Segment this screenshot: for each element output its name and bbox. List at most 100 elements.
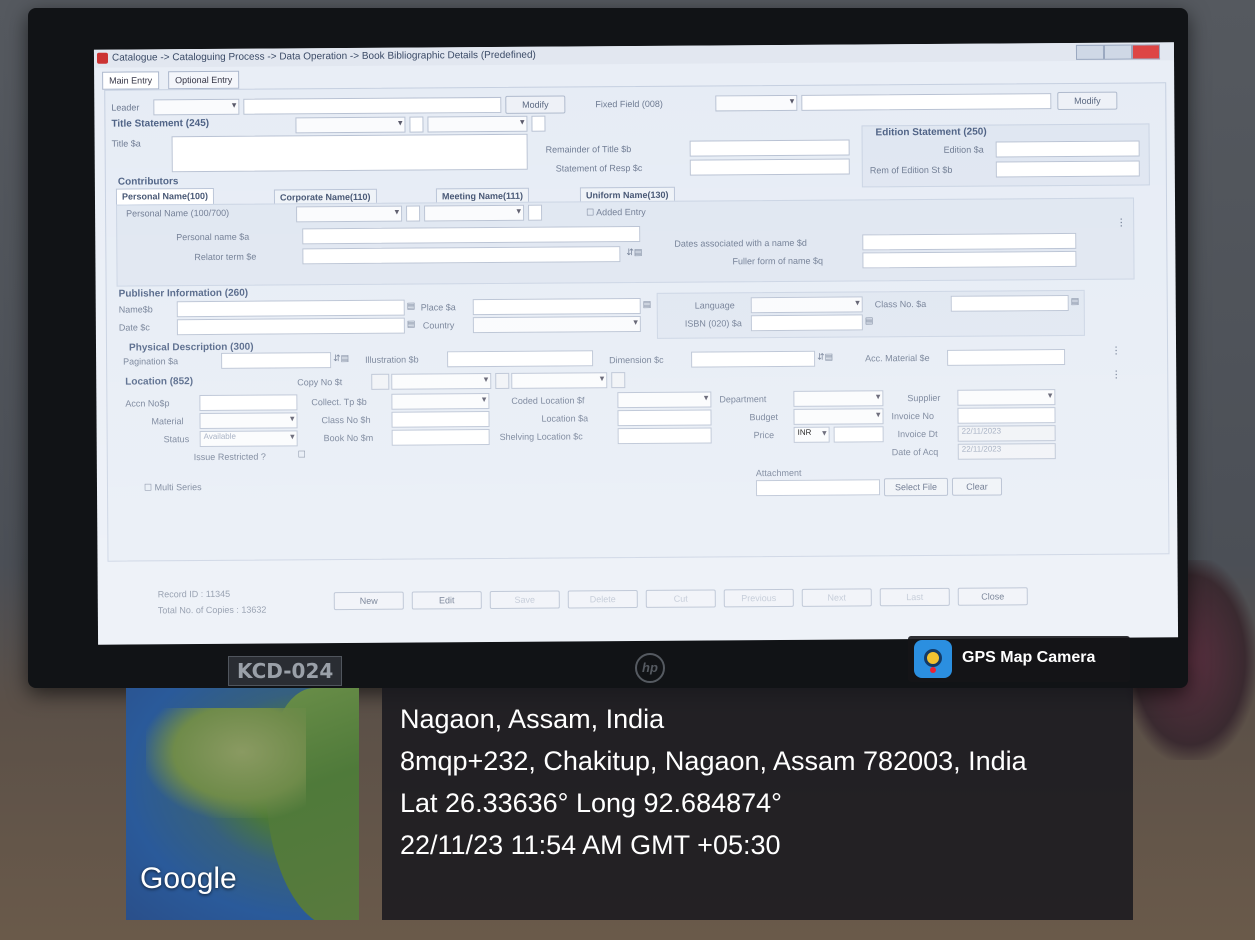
- leader-input[interactable]: [243, 96, 502, 115]
- price-input[interactable]: [833, 426, 884, 443]
- added-entry-checkbox[interactable]: ☐ Added Entry: [586, 207, 646, 218]
- leader-modify-button[interactable]: Modify: [505, 95, 566, 114]
- title-sa-input[interactable]: [171, 133, 528, 173]
- copy-no-field-3[interactable]: [611, 372, 626, 389]
- supplier-select[interactable]: [957, 389, 1056, 406]
- price-label: Price: [753, 430, 775, 441]
- shelving-location-input[interactable]: [617, 427, 712, 445]
- country-select[interactable]: [472, 315, 641, 334]
- leader-select[interactable]: [153, 98, 240, 116]
- class-no-icon[interactable]: ▤: [1071, 296, 1080, 307]
- language-select[interactable]: [750, 296, 863, 314]
- fixed-field-input[interactable]: [801, 93, 1052, 111]
- isbn-input[interactable]: [750, 314, 863, 332]
- dates-assoc-input[interactable]: [862, 232, 1077, 251]
- date-of-acq-input[interactable]: 22/11/2023: [957, 443, 1056, 460]
- next-button[interactable]: Next: [801, 588, 872, 607]
- pagination-icon[interactable]: ⇵▤: [333, 353, 349, 364]
- minimize-button[interactable]: [1075, 44, 1105, 60]
- new-button[interactable]: New: [333, 591, 404, 611]
- copy-no-select-1[interactable]: [391, 373, 492, 390]
- book-no-input[interactable]: [391, 429, 490, 446]
- edition-sa-input[interactable]: [995, 140, 1140, 158]
- fixed-field-select[interactable]: [715, 94, 798, 112]
- class-no-sh-label: Class No $h: [321, 414, 371, 426]
- acc-material-input[interactable]: [947, 349, 1066, 366]
- class-no-input[interactable]: [950, 294, 1069, 312]
- isbn-icon[interactable]: ▤: [865, 315, 874, 326]
- budget-select[interactable]: [793, 408, 884, 425]
- screen: Catalogue -> Cataloguing Process -> Data…: [93, 42, 1179, 645]
- save-button[interactable]: Save: [489, 590, 560, 610]
- location-more-icon[interactable]: ⋮: [1111, 370, 1121, 381]
- status-select[interactable]: Available: [199, 430, 298, 448]
- hp-logo: hp: [635, 653, 665, 683]
- material-select[interactable]: [199, 412, 298, 430]
- country-label: Country: [422, 320, 455, 331]
- contributor-more-icon[interactable]: ⋮: [1116, 218, 1126, 229]
- gps-camera-badge: GPS Map Camera: [908, 636, 1130, 682]
- rem-edition-input[interactable]: [995, 160, 1140, 178]
- clear-button[interactable]: Clear: [951, 477, 1003, 496]
- title-indicator-1-field[interactable]: [409, 116, 424, 133]
- issue-restricted-checkbox[interactable]: ☐: [298, 449, 306, 460]
- close-button[interactable]: Close: [957, 587, 1028, 606]
- name-sb-icon[interactable]: ▤: [407, 301, 416, 312]
- monitor: Catalogue -> Cataloguing Process -> Data…: [28, 8, 1188, 688]
- relator-term-icon[interactable]: ⇵▤: [626, 247, 642, 258]
- date-of-acq-label: Date of Acq: [891, 446, 939, 458]
- tab-personal-name[interactable]: Personal Name(100): [115, 187, 215, 206]
- personal-ind1-field[interactable]: [406, 205, 421, 222]
- dimension-input[interactable]: [691, 350, 816, 368]
- personal-ind2-select[interactable]: [424, 204, 525, 222]
- accn-no-input[interactable]: [199, 394, 298, 412]
- physical-heading: Physical Description (300): [128, 341, 254, 354]
- collect-tp-select[interactable]: [391, 393, 490, 410]
- personal-ind2-field[interactable]: [528, 204, 543, 221]
- remainder-title-input[interactable]: [689, 139, 850, 157]
- pagination-input[interactable]: [221, 352, 332, 369]
- copy-no-field-2[interactable]: [495, 372, 510, 389]
- date-sc-label: Date $c: [118, 322, 150, 333]
- title-indicator-1-select[interactable]: [295, 116, 406, 134]
- invoice-no-input[interactable]: [957, 407, 1056, 424]
- personal-name-sa-input[interactable]: [302, 225, 641, 245]
- delete-button[interactable]: Delete: [567, 589, 638, 609]
- fixed-field-modify-button[interactable]: Modify: [1057, 91, 1118, 111]
- attachment-input[interactable]: [755, 479, 881, 497]
- cut-button[interactable]: Cut: [645, 589, 716, 608]
- select-file-button[interactable]: Select File: [883, 477, 949, 497]
- date-sc-input[interactable]: [176, 317, 405, 336]
- previous-button[interactable]: Previous: [723, 588, 794, 608]
- edit-button[interactable]: Edit: [411, 591, 482, 610]
- department-select[interactable]: [793, 390, 884, 407]
- dimension-icon[interactable]: ⇵▤: [817, 352, 833, 363]
- illustration-input[interactable]: [447, 350, 594, 368]
- coded-location-select[interactable]: [617, 391, 712, 409]
- copy-no-select-2[interactable]: [511, 372, 608, 389]
- price-currency-select[interactable]: INR: [793, 426, 830, 443]
- personal-ind1-select[interactable]: [296, 205, 403, 223]
- date-sc-icon[interactable]: ▤: [407, 319, 416, 330]
- title-indicator-2-select[interactable]: [427, 115, 528, 133]
- copy-no-field-1[interactable]: [371, 373, 390, 390]
- physical-more-icon[interactable]: ⋮: [1111, 346, 1121, 357]
- coded-location-label: Coded Location $f: [511, 395, 585, 406]
- last-button[interactable]: Last: [879, 587, 950, 607]
- title-indicator-2-field[interactable]: [531, 115, 546, 132]
- statement-resp-input[interactable]: [689, 158, 850, 176]
- multi-series-checkbox[interactable]: ☐ Multi Series: [144, 482, 202, 493]
- invoice-dt-input[interactable]: 22/11/2023: [957, 425, 1056, 442]
- class-no-sh-input[interactable]: [391, 411, 490, 428]
- place-sa-input[interactable]: [472, 297, 641, 316]
- name-sb-input[interactable]: [176, 299, 405, 318]
- close-window-button[interactable]: [1131, 44, 1161, 60]
- tab-main-entry[interactable]: Main Entry: [102, 71, 160, 90]
- fuller-form-input[interactable]: [862, 250, 1077, 269]
- tab-optional-entry[interactable]: Optional Entry: [168, 70, 240, 90]
- fuller-form-label: Fuller form of name $q: [732, 255, 824, 267]
- location-sa-input[interactable]: [617, 409, 712, 427]
- place-sa-icon[interactable]: ▤: [643, 299, 652, 310]
- relator-term-input[interactable]: [302, 246, 621, 265]
- maximize-button[interactable]: [1103, 44, 1133, 60]
